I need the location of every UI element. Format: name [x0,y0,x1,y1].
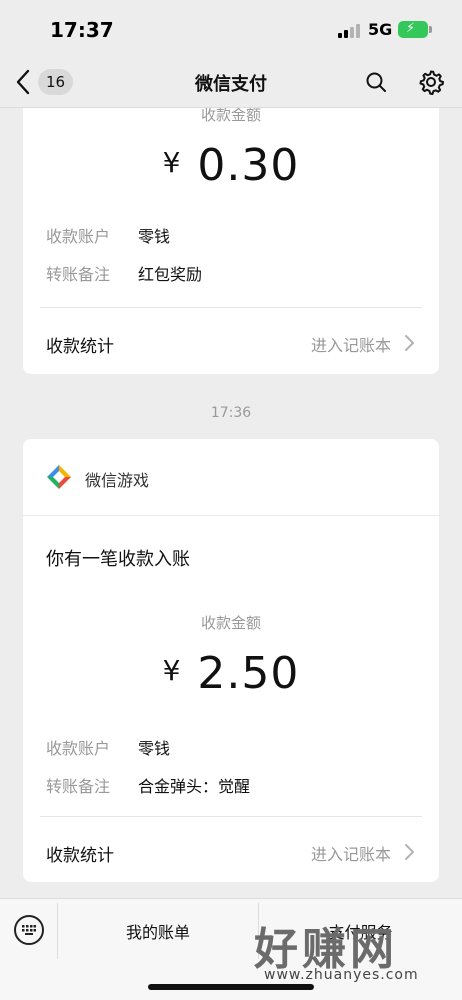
ledger-link[interactable]: 进入记账本 [311,841,391,865]
status-time: 17:37 [50,18,114,42]
timestamp: 17:36 [210,405,252,421]
stat-label[interactable]: 收款统计 [46,841,114,866]
account-label: 收款账户 [46,739,111,758]
nav-bar: 16 微信支付 [0,56,462,108]
amount-number: 2.50 [197,648,300,699]
divider [40,816,422,817]
status-bar: 17:37 5G ⚡ [0,0,462,56]
menu-my-bill[interactable]: 我的账单 [58,919,258,943]
remark-value: 红包奖励 [138,265,203,284]
watermark: 好赚网 www.zhuanyes.com [246,913,456,985]
network-type: 5G [368,20,393,39]
currency-symbol: ¥ [162,654,182,687]
amount-label: 收款金额 [200,614,261,632]
keyboard-icon[interactable] [14,915,44,945]
notice-title: 你有一笔收款入账 [46,549,190,570]
signal-icon [338,24,360,38]
account-label: 收款账户 [46,227,111,246]
amount-number: 0.30 [197,140,300,191]
currency-symbol: ¥ [162,146,182,179]
app-name[interactable]: 微信游戏 [85,467,149,491]
page-title: 微信支付 [195,74,267,95]
amount-value: ¥0.30 [23,140,439,191]
remark-label: 转账备注 [46,265,111,284]
divider [23,515,439,516]
remark-label: 转账备注 [46,777,111,796]
remark-value: 合金弹头：觉醒 [138,777,251,796]
chevron-right-icon[interactable] [403,334,415,352]
amount-value: ¥2.50 [23,648,439,699]
amount-label: 收款金额 [200,108,261,124]
account-value: 零钱 [138,739,171,758]
chevron-right-icon[interactable] [403,843,415,861]
home-indicator[interactable] [148,984,314,990]
watermark-url: www.zhuanyes.com [264,967,419,983]
battery-icon: ⚡ [398,21,432,38]
stat-label[interactable]: 收款统计 [46,332,114,357]
search-icon[interactable] [364,70,388,94]
gear-icon[interactable] [418,69,444,95]
divider [40,307,422,308]
wechat-game-logo-icon [47,465,71,489]
payment-card[interactable]: 收款金额 ¥0.30 收款账户 零钱 转账备注 红包奖励 收款统计 进入记账本 [23,108,439,374]
account-value: 零钱 [138,227,171,246]
message-list[interactable]: 收款金额 ¥0.30 收款账户 零钱 转账备注 红包奖励 收款统计 进入记账本 … [0,108,462,898]
payment-card[interactable]: 微信游戏 你有一笔收款入账 收款金额 ¥2.50 收款账户 零钱 转账备注 合金… [23,439,439,882]
ledger-link[interactable]: 进入记账本 [311,332,391,356]
